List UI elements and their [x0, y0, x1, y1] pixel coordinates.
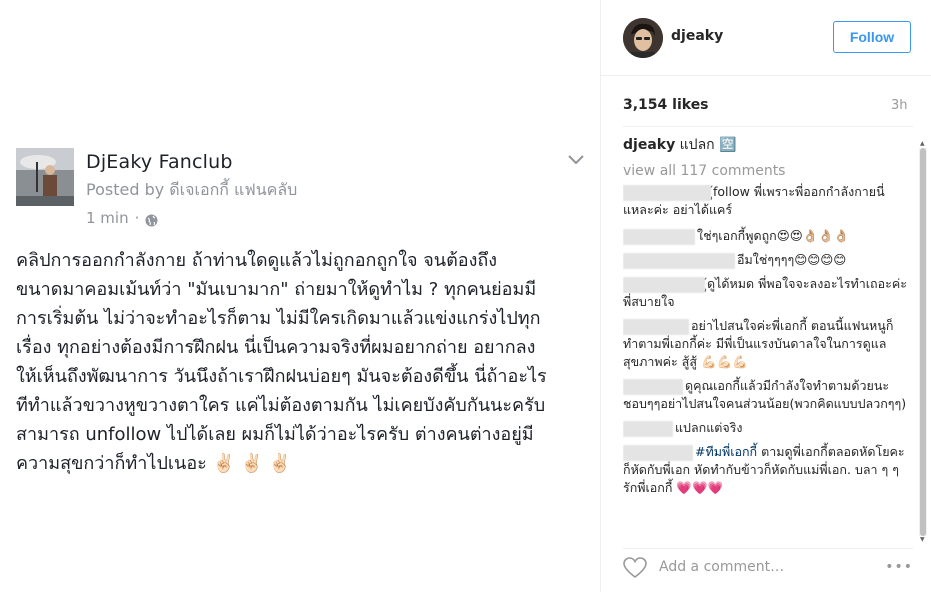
- list-item: แปลกแต่จริง: [623, 419, 907, 437]
- instagram-post-view: DjEaky Fanclub Posted by ดีเจเอกกี้ แฟนค…: [0, 0, 931, 592]
- fb-page-name: DjEaky Fanclub: [86, 151, 233, 173]
- caption: djeaky แปลก 🈳: [623, 135, 907, 155]
- comment-text: ใช่ๆเอกกี้พูดถูก😍😍👌🏼👌🏼👌🏼: [697, 228, 850, 243]
- caption-username[interactable]: djeaky: [623, 137, 675, 153]
- list-item: ู้ดูได้หมด พี่พอใจจะลงอะไรทำเถอะค่ะ พี่ส…: [623, 275, 907, 311]
- scrollbar[interactable]: [919, 148, 927, 536]
- list-item: ดูคุณเอกกี้แล้วมีกำลังใจทำตามด้วยนะชอบๆๆ…: [623, 377, 907, 413]
- post-sidebar: djeaky Follow 3,154 likes 3h djeaky แปลก…: [600, 0, 931, 592]
- follow-button[interactable]: Follow: [833, 21, 911, 53]
- likes-count[interactable]: 3,154 likes: [623, 97, 911, 113]
- blurred-username: [623, 444, 693, 461]
- fb-time-separator: ·: [134, 209, 140, 227]
- comment-text: แปลกแต่จริง: [675, 420, 743, 435]
- fb-posted-by: Posted by ดีเจเอกกี้ แฟนคลับ: [86, 180, 298, 199]
- scroll-down-icon[interactable]: ▼: [920, 536, 925, 543]
- scrollbar-thumb[interactable]: [920, 148, 926, 536]
- fb-post-header: DjEaky Fanclub Posted by ดีเจเอกกี้ แฟนค…: [16, 148, 586, 228]
- comment-bar: Add a comment… •••: [623, 548, 913, 584]
- post-photo[interactable]: DjEaky Fanclub Posted by ดีเจเอกกี้ แฟนค…: [0, 0, 600, 592]
- list-item: ใช่ๆเอกกี้พูดถูก😍😍👌🏼👌🏼👌🏼: [623, 227, 907, 245]
- blurred-username: [623, 252, 735, 269]
- heart-icon[interactable]: [623, 557, 647, 579]
- add-comment-input[interactable]: Add a comment…: [659, 559, 784, 575]
- scroll-up-icon[interactable]: ▲: [920, 140, 925, 147]
- divider: [623, 126, 913, 127]
- blurred-username: [623, 276, 705, 293]
- list-item: #ทีมพี่เอกกี้ ตามดูพี่เอกกี้ตลอดหัดโยคะก…: [623, 443, 907, 497]
- comment-text: อีมใช่ๆๆๆๆ😊😊😊😊: [737, 252, 847, 267]
- blurred-username: [623, 420, 673, 437]
- fb-post-meta: DjEaky Fanclub Posted by ดีเจเอกกี้ แฟนค…: [86, 148, 586, 228]
- hashtag-link[interactable]: #ทีมพี่เอกกี้: [695, 444, 757, 459]
- blurred-username: [623, 228, 695, 245]
- blurred-username: [623, 378, 683, 395]
- view-all-comments-link[interactable]: view all 117 comments: [623, 161, 907, 181]
- fb-post-body: คลิปการออกกำลังกาย ถ้าท่านใดดูแล้วไม่ถูก…: [16, 250, 547, 474]
- globe-icon: [145, 212, 158, 226]
- post-timestamp[interactable]: 3h: [891, 98, 908, 113]
- facebook-post-screenshot: DjEaky Fanclub Posted by ดีเจเอกกี้ แฟนค…: [16, 148, 586, 478]
- avatar[interactable]: [623, 18, 663, 58]
- more-options-icon[interactable]: •••: [885, 559, 913, 575]
- username-link[interactable]: djeaky: [671, 28, 723, 44]
- fb-page-avatar: [16, 148, 74, 206]
- comments-list[interactable]: djeaky แปลก 🈳 view all 117 comments ู้fo…: [623, 133, 907, 537]
- list-item: อย่าไปสนใจค่ะพี่เอกกี้ ตอนนี้แฟนหนูก็ทำต…: [623, 317, 907, 371]
- list-item: อีมใช่ๆๆๆๆ😊😊😊😊: [623, 251, 907, 269]
- blurred-username: [623, 318, 689, 335]
- chevron-down-icon: [566, 152, 586, 166]
- caption-text: แปลก 🈳: [679, 137, 737, 153]
- fb-time-text: 1 min: [86, 209, 129, 227]
- post-header: djeaky Follow: [601, 0, 931, 76]
- list-item: ู้follow พี่เพราะพี่ออกกำลังกายนี่แหละค่…: [623, 183, 907, 219]
- fb-post-time: 1 min ·: [86, 208, 586, 228]
- blurred-username: [623, 184, 711, 201]
